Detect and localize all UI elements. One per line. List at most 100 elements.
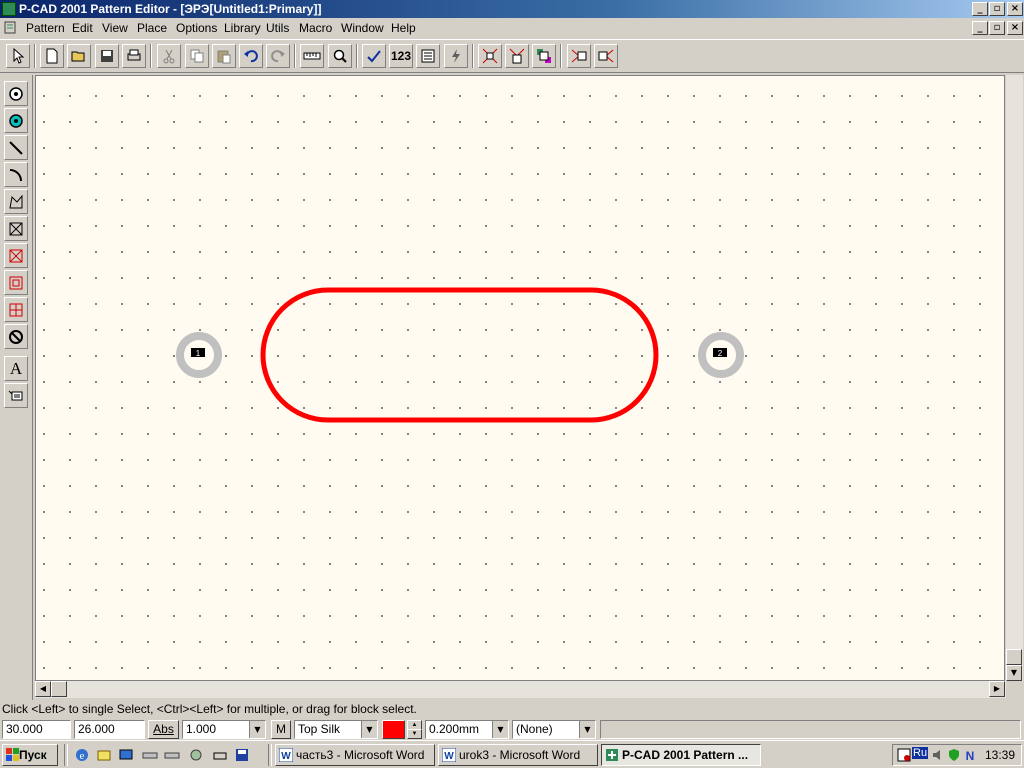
task-button-word-1[interactable]: W часть3 - Microsoft Word xyxy=(275,744,435,766)
ruler-icon[interactable] xyxy=(300,44,324,68)
design-canvas[interactable]: 1 2 xyxy=(35,75,1005,681)
print-icon[interactable] xyxy=(122,44,146,68)
select-arrow-icon[interactable] xyxy=(6,44,30,68)
network-icon[interactable] xyxy=(188,747,204,763)
layer-select[interactable]: Top Silk ▼ xyxy=(294,720,378,739)
paste-icon[interactable] xyxy=(212,44,236,68)
scroll-down-button[interactable]: ▼ xyxy=(1006,665,1022,681)
system-tray: Ru N 13:39 xyxy=(892,744,1022,766)
place-line-icon[interactable] xyxy=(4,135,28,160)
pad-1[interactable]: 1 xyxy=(176,332,222,378)
drive-icon[interactable] xyxy=(164,747,180,763)
no-entry-icon[interactable] xyxy=(4,324,28,349)
menu-macro[interactable]: Macro xyxy=(299,21,332,35)
dimension-2-icon[interactable] xyxy=(505,44,529,68)
mirror-2-icon[interactable] xyxy=(594,44,618,68)
place-copper-icon[interactable] xyxy=(4,243,28,268)
toolbar-separator xyxy=(294,44,296,68)
place-polygon-icon[interactable] xyxy=(4,189,28,214)
antivirus-icon[interactable]: N xyxy=(963,748,977,762)
menu-pattern[interactable]: Pattern xyxy=(26,21,65,35)
task-label: часть3 - Microsoft Word xyxy=(296,748,425,762)
vertical-scrollbar[interactable]: ▼ xyxy=(1006,75,1023,681)
app-icon[interactable] xyxy=(2,2,16,16)
menu-options[interactable]: Options xyxy=(176,21,217,35)
outlook-express-icon[interactable] xyxy=(96,747,112,763)
layer-value: Top Silk xyxy=(298,722,341,736)
place-text-icon[interactable]: A xyxy=(4,356,28,381)
abs-rel-button[interactable]: Abs xyxy=(148,720,179,739)
doc-restore-button[interactable]: ▫ xyxy=(989,21,1005,35)
doc-close-button[interactable]: × xyxy=(1007,21,1023,35)
task-button-word-2[interactable]: W urok3 - Microsoft Word xyxy=(438,744,598,766)
title-bar: P-CAD 2001 Pattern Editor - [ЭРЭ[Untitle… xyxy=(0,0,1024,18)
tray-app-icon[interactable] xyxy=(897,748,911,762)
windows-logo-icon xyxy=(6,748,19,761)
place-arc-icon[interactable] xyxy=(4,162,28,187)
spin-down-icon[interactable]: ▼ xyxy=(407,729,422,739)
silk-outline[interactable] xyxy=(260,287,659,423)
scroll-left-button[interactable]: ◀ xyxy=(35,681,51,697)
menu-window[interactable]: Window xyxy=(341,21,384,35)
restore-button[interactable]: ▫ xyxy=(989,2,1005,16)
dimension-3-icon[interactable] xyxy=(532,44,556,68)
main-toolbar: 123 xyxy=(0,39,1024,73)
undo-icon[interactable] xyxy=(239,44,263,68)
copy-icon[interactable] xyxy=(185,44,209,68)
menu-view[interactable]: View xyxy=(102,21,128,35)
new-file-icon[interactable] xyxy=(40,44,64,68)
x-coordinate-field[interactable]: 30.000 xyxy=(2,720,71,739)
style-select[interactable]: (None) ▼ xyxy=(512,720,596,739)
place-keepout-icon[interactable] xyxy=(4,270,28,295)
horizontal-scrollbar[interactable]: ◀ ▶ xyxy=(35,681,1006,698)
check-icon[interactable] xyxy=(362,44,386,68)
lightning-icon[interactable] xyxy=(444,44,468,68)
place-pad-icon[interactable] xyxy=(4,81,28,106)
line-width-select[interactable]: 0.200mm ▼ xyxy=(425,720,509,739)
redo-icon[interactable] xyxy=(266,44,290,68)
doc-minimize-button[interactable]: _ xyxy=(972,21,988,35)
place-point-icon[interactable] xyxy=(4,216,28,241)
menu-edit[interactable]: Edit xyxy=(72,21,93,35)
menu-library[interactable]: Library xyxy=(224,21,261,35)
floppy-icon[interactable] xyxy=(234,747,250,763)
renumber-icon[interactable]: 123 xyxy=(389,44,413,68)
menu-place[interactable]: Place xyxy=(137,21,167,35)
close-button[interactable]: × xyxy=(1007,2,1023,16)
task-button-pcad[interactable]: P-CAD 2001 Pattern ... xyxy=(601,744,761,766)
menu-help[interactable]: Help xyxy=(391,21,416,35)
save-icon[interactable] xyxy=(95,44,119,68)
mirror-1-icon[interactable] xyxy=(567,44,591,68)
menu-utils[interactable]: Utils xyxy=(266,21,289,35)
volume-icon[interactable] xyxy=(931,748,945,762)
dimension-1-icon[interactable] xyxy=(478,44,502,68)
pad-style-icon[interactable] xyxy=(416,44,440,68)
zoom-icon[interactable] xyxy=(328,44,352,68)
start-button[interactable]: Пуск xyxy=(2,744,58,766)
scroll-thumb-horizontal[interactable] xyxy=(51,681,67,697)
grid-select[interactable]: 1.000 ▼ xyxy=(182,720,266,739)
drive-icon[interactable] xyxy=(142,747,158,763)
language-indicator[interactable]: Ru xyxy=(912,747,929,759)
cut-icon[interactable] xyxy=(157,44,181,68)
m-button[interactable]: M xyxy=(271,720,291,739)
show-desktop-icon[interactable] xyxy=(118,747,134,763)
place-via-icon[interactable] xyxy=(4,108,28,133)
toolbar-separator xyxy=(150,44,152,68)
internet-explorer-icon[interactable]: e xyxy=(74,747,90,763)
printer-icon[interactable] xyxy=(212,747,228,763)
minimize-button[interactable]: _ xyxy=(972,2,988,16)
start-label: Пуск xyxy=(19,748,47,762)
scroll-right-button[interactable]: ▶ xyxy=(989,681,1005,697)
document-menu-icon[interactable] xyxy=(4,21,16,34)
place-attribute-icon[interactable] xyxy=(4,383,28,408)
y-coordinate-field[interactable]: 26.000 xyxy=(74,720,145,739)
layer-color-swatch[interactable] xyxy=(382,720,405,739)
place-cutout-icon[interactable] xyxy=(4,297,28,322)
scroll-thumb-vertical[interactable] xyxy=(1006,649,1022,665)
style-value: (None) xyxy=(516,722,553,736)
chevron-down-icon: ▼ xyxy=(249,721,265,738)
security-icon[interactable] xyxy=(947,748,961,762)
pad-2[interactable]: 2 xyxy=(698,332,744,378)
open-folder-icon[interactable] xyxy=(67,44,91,68)
